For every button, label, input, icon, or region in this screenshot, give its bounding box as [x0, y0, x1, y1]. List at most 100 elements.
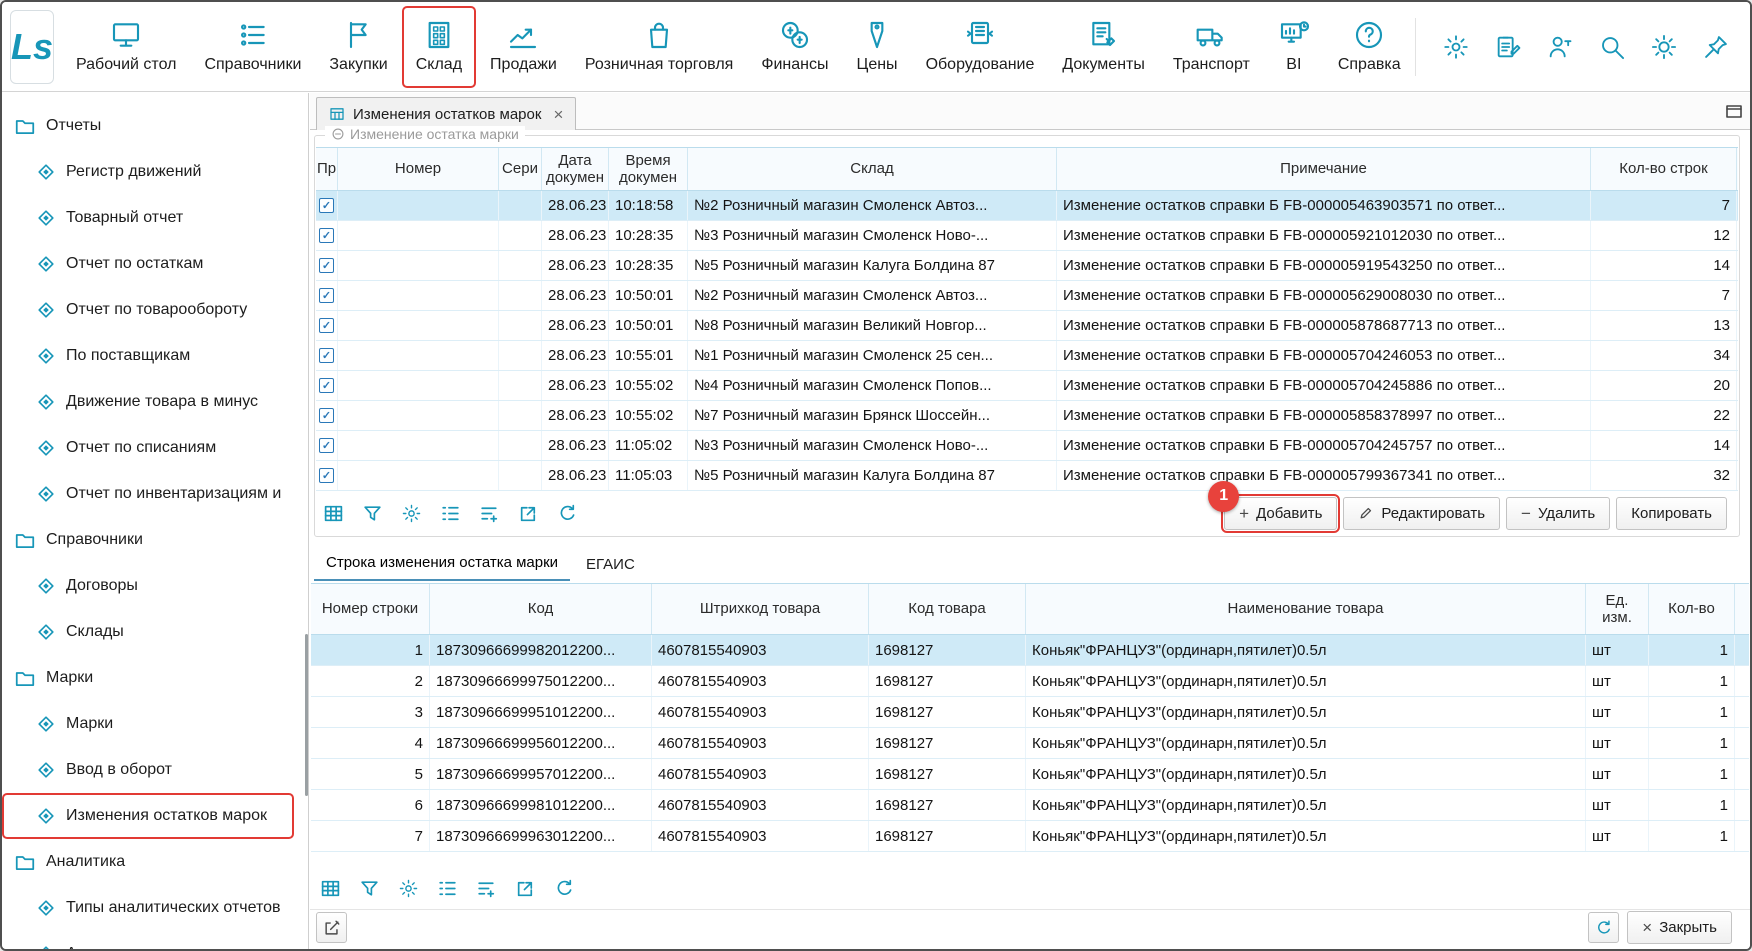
copy-button[interactable]: Копировать [1616, 497, 1727, 530]
refresh-icon[interactable] [557, 503, 578, 524]
delete-button[interactable]: − Удалить [1506, 497, 1610, 530]
row-checkbox[interactable]: ✓ [319, 258, 334, 273]
toolbar-item-equipment[interactable]: Оборудование [912, 6, 1049, 88]
column-header[interactable]: Дата докумен [542, 148, 609, 190]
toolbar-item-finance[interactable]: Финансы [747, 6, 842, 88]
grouping-icon[interactable] [476, 878, 497, 899]
sidebar-item[interactable]: По поставщикам [2, 333, 308, 379]
groupbox-legend[interactable]: Изменение остатка марки [325, 126, 525, 142]
sidebar-group[interactable]: Аналитика [2, 839, 308, 885]
column-header[interactable]: Пр [316, 148, 338, 190]
column-header[interactable]: Кол-во [1649, 584, 1735, 634]
table-row[interactable]: ✓28.06.2310:55:02№7 Розничный магазин Бр… [316, 401, 1738, 431]
sidebar-group[interactable]: Справочники [2, 517, 308, 563]
toolbar-item-sales[interactable]: Продажи [476, 6, 571, 88]
sidebar-item[interactable]: Регистр движений [2, 149, 308, 195]
column-header[interactable]: Номер [338, 148, 499, 190]
row-checkbox[interactable]: ✓ [319, 348, 334, 363]
column-header[interactable]: Наименование товара [1026, 584, 1586, 634]
checkbox-cell[interactable]: ✓ [316, 311, 338, 340]
open-external-icon[interactable] [518, 503, 539, 524]
refresh-button[interactable] [1588, 912, 1619, 943]
close-button[interactable]: × Закрыть [1627, 911, 1732, 944]
tab-stroka-izmeneniya[interactable]: Строка изменения остатка марки [314, 547, 570, 581]
maximize-icon[interactable] [1724, 101, 1744, 121]
topbar-settings-icon[interactable] [1442, 33, 1470, 61]
table-row[interactable]: ✓28.06.2310:18:58№2 Розничный магазин См… [316, 191, 1738, 221]
topbar-user-icon[interactable] [1546, 33, 1574, 61]
column-header[interactable]: Код товара [869, 584, 1026, 634]
row-checkbox[interactable]: ✓ [319, 198, 334, 213]
toolbar-item-catalogs[interactable]: Справочники [190, 6, 315, 88]
table-row[interactable]: 618730966699981012200...4607815540903169… [311, 790, 1749, 821]
table-settings-icon[interactable] [323, 503, 344, 524]
table-row[interactable]: ✓28.06.2311:05:02№3 Розничный магазин См… [316, 431, 1738, 461]
table-row[interactable]: ✓28.06.2310:55:01№1 Розничный магазин См… [316, 341, 1738, 371]
sidebar-group[interactable]: Марки [2, 655, 308, 701]
table-row[interactable]: ✓28.06.2310:55:02№4 Розничный магазин См… [316, 371, 1738, 401]
table-row[interactable]: 318730966699951012200...4607815540903169… [311, 697, 1749, 728]
row-checkbox[interactable]: ✓ [319, 408, 334, 423]
tab-close-icon[interactable]: × [553, 106, 563, 123]
toolbar-item-warehouse[interactable]: Склад [402, 6, 476, 88]
table-row[interactable]: 518730966699957012200...4607815540903169… [311, 759, 1749, 790]
toolbar-item-desktop[interactable]: Рабочий стол [62, 6, 190, 88]
sidebar-item[interactable]: Аналитические отчеты [2, 931, 308, 951]
table-row[interactable]: ✓28.06.2310:50:01№2 Розничный магазин См… [316, 281, 1738, 311]
grouping-icon[interactable] [479, 503, 500, 524]
sidebar-group[interactable]: Отчеты [2, 103, 308, 149]
numbering-icon[interactable] [440, 503, 461, 524]
sidebar-item[interactable]: Отчет по товарообороту [2, 287, 308, 333]
sidebar-item[interactable]: Отчет по остаткам [2, 241, 308, 287]
table-row[interactable]: ✓28.06.2310:28:35№5 Розничный магазин Ка… [316, 251, 1738, 281]
checkbox-cell[interactable]: ✓ [316, 191, 338, 220]
topbar-pin-icon[interactable] [1702, 33, 1730, 61]
table-settings-icon[interactable] [320, 878, 341, 899]
filter-icon[interactable] [359, 878, 380, 899]
table-row[interactable]: 718730966699963012200...4607815540903169… [311, 821, 1749, 852]
column-header[interactable]: Штрихкод товара [652, 584, 869, 634]
table-row[interactable]: ✓28.06.2310:50:01№8 Розничный магазин Ве… [316, 311, 1738, 341]
checkbox-cell[interactable]: ✓ [316, 461, 338, 490]
toolbar-item-retail[interactable]: Розничная торговля [571, 6, 747, 88]
checkbox-cell[interactable]: ✓ [316, 281, 338, 310]
sidebar-item[interactable]: Договоры [2, 563, 308, 609]
sidebar-item[interactable]: Ввод в оборот [2, 747, 308, 793]
toolbar-item-prices[interactable]: Цены [842, 6, 911, 88]
sidebar-item[interactable]: Изменения остатков марок [2, 793, 294, 839]
toolbar-item-help[interactable]: Справка [1324, 6, 1415, 88]
table-row[interactable]: ✓28.06.2310:28:35№3 Розничный магазин См… [316, 221, 1738, 251]
topbar-sun-icon[interactable] [1650, 33, 1678, 61]
refresh-icon[interactable] [554, 878, 575, 899]
sidebar-item[interactable]: Отчет по списаниям [2, 425, 308, 471]
collapse-icon[interactable] [331, 127, 345, 141]
open-editor-button[interactable] [316, 912, 347, 943]
row-checkbox[interactable]: ✓ [319, 228, 334, 243]
column-header[interactable]: Время докумен [609, 148, 688, 190]
sidebar-item[interactable]: Товарный отчет [2, 195, 308, 241]
settings-icon[interactable] [398, 878, 419, 899]
toolbar-item-transport[interactable]: Транспорт [1159, 6, 1264, 88]
sidebar-item[interactable]: Типы аналитических отчетов [2, 885, 308, 931]
edit-button[interactable]: Редактировать [1343, 497, 1500, 530]
column-header[interactable]: Сери [499, 148, 542, 190]
sidebar-scrollbar-thumb[interactable] [305, 634, 308, 796]
tab-egais[interactable]: ЕГАИС [574, 549, 647, 581]
toolbar-item-purchases[interactable]: Закупки [315, 6, 401, 88]
row-checkbox[interactable]: ✓ [319, 438, 334, 453]
topbar-clipboard-icon[interactable] [1494, 33, 1522, 61]
column-header[interactable]: Ед. изм. [1586, 584, 1649, 634]
checkbox-cell[interactable]: ✓ [316, 341, 338, 370]
row-checkbox[interactable]: ✓ [319, 288, 334, 303]
checkbox-cell[interactable]: ✓ [316, 221, 338, 250]
sidebar-item[interactable]: Марки [2, 701, 308, 747]
table-row[interactable]: 418730966699956012200...4607815540903169… [311, 728, 1749, 759]
column-header[interactable]: Номер строки [311, 584, 430, 634]
table-row[interactable]: ✓28.06.2311:05:03№5 Розничный магазин Ка… [316, 461, 1738, 491]
filter-icon[interactable] [362, 503, 383, 524]
column-header[interactable]: Примечание [1057, 148, 1591, 190]
sidebar-item[interactable]: Движение товара в минус [2, 379, 308, 425]
toolbar-item-bi[interactable]: BI [1264, 6, 1324, 88]
sidebar-item[interactable]: Отчет по инвентаризациям и [2, 471, 308, 517]
table-row[interactable]: 218730966699975012200...4607815540903169… [311, 666, 1749, 697]
